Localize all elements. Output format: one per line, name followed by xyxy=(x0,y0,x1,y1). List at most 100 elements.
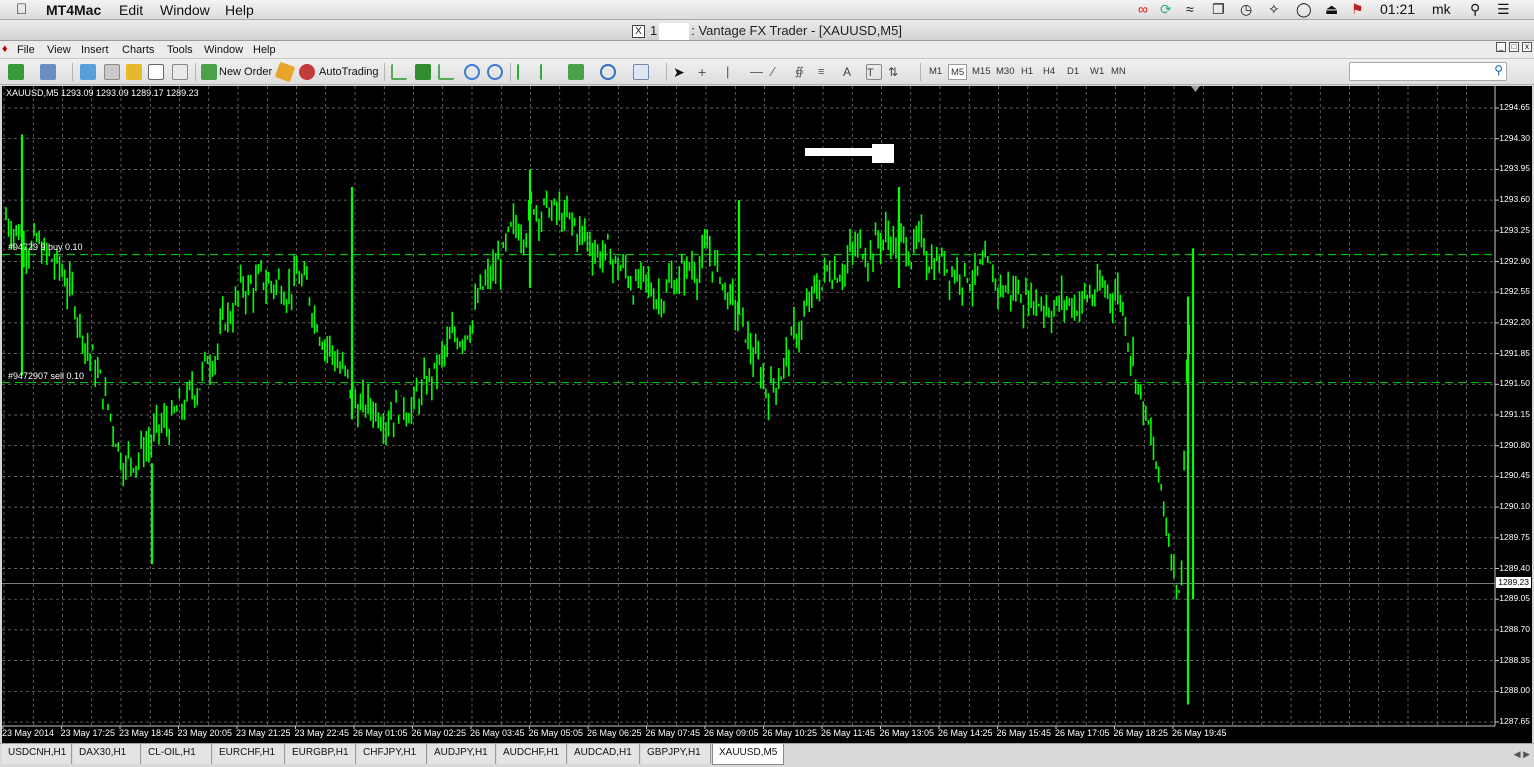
wifi-icon[interactable]: ≈ xyxy=(1186,1,1194,17)
order-label[interactable]: #94729 9 buy 0.10 xyxy=(8,242,83,252)
templates-icon[interactable] xyxy=(633,64,649,80)
time-tick-label: 23 May 22:45 xyxy=(294,728,350,738)
timeframe-h4[interactable]: H4 xyxy=(1041,64,1057,80)
timeframe-m30[interactable]: M30 xyxy=(994,64,1016,80)
autotrading-button[interactable]: AutoTrading xyxy=(319,62,379,82)
close-icon[interactable]: x xyxy=(1522,42,1532,52)
menu-insert[interactable]: Insert xyxy=(81,44,109,56)
chart-shift-icon[interactable] xyxy=(517,64,533,80)
bar-chart-icon[interactable] xyxy=(391,64,407,80)
time-tick-label: 26 May 02:25 xyxy=(411,728,467,738)
restore-icon[interactable]: □ xyxy=(1509,42,1519,52)
zoom-in-icon[interactable] xyxy=(464,64,480,80)
tab-scroll-arrows-icon[interactable]: ◀ ▶ xyxy=(1514,749,1530,760)
horizontal-line-icon[interactable]: — xyxy=(750,64,766,80)
chart-window[interactable]: XAUUSD,M5 1293.09 1293.09 1289.17 1289.2… xyxy=(2,86,1532,743)
mac-menu-edit[interactable]: Edit xyxy=(119,2,143,18)
timeframe-m1[interactable]: M1 xyxy=(927,64,944,80)
timeframe-m15[interactable]: M15 xyxy=(970,64,992,80)
tester-icon[interactable] xyxy=(172,64,188,80)
new-chart-icon[interactable] xyxy=(8,64,24,80)
search-input[interactable]: ⚲ xyxy=(1349,62,1507,81)
new-order-icon[interactable] xyxy=(201,64,217,80)
redacted-block xyxy=(659,23,690,41)
sync-icon[interactable]: ⟳ xyxy=(1160,1,1172,18)
chart-tab[interactable]: AUDCHF,H1 xyxy=(497,744,567,764)
text-label-icon[interactable]: T xyxy=(866,64,882,80)
menu-tools[interactable]: Tools xyxy=(167,44,193,56)
zoom-out-icon[interactable] xyxy=(487,64,503,80)
windows-icon[interactable]: ❐ xyxy=(1212,1,1225,18)
time-tick-label: 26 May 01:05 xyxy=(353,728,408,738)
time-tick-label: 23 May 18:45 xyxy=(119,728,174,738)
new-order-button[interactable]: New Order xyxy=(219,62,272,82)
autoscroll-icon[interactable] xyxy=(540,64,556,80)
price-tick-label: 1287.65 xyxy=(1499,716,1530,726)
market-watch-icon[interactable] xyxy=(80,64,96,80)
fibonacci-icon[interactable]: ≡ xyxy=(818,64,834,80)
chat-icon[interactable]: ◯ xyxy=(1296,1,1312,18)
mac-menu-help[interactable]: Help xyxy=(225,2,254,18)
indicators-icon[interactable] xyxy=(568,64,584,80)
chart-tab[interactable]: CHFJPY,H1 xyxy=(357,744,427,764)
time-tick-label: 26 May 14:25 xyxy=(938,728,993,738)
time-tick-label: 26 May 17:05 xyxy=(1055,728,1110,738)
notification-list-icon[interactable]: ☰ xyxy=(1497,1,1510,18)
timeframe-m5[interactable]: M5 xyxy=(948,64,968,80)
timeframe-w1[interactable]: W1 xyxy=(1088,64,1106,80)
candle-chart-icon[interactable] xyxy=(415,64,431,80)
menu-charts[interactable]: Charts xyxy=(122,44,154,56)
timeframe-h1[interactable]: H1 xyxy=(1019,64,1035,80)
chart-tab[interactable]: EURGBP,H1 xyxy=(286,744,356,764)
menu-view[interactable]: View xyxy=(47,44,71,56)
timeframe-mn[interactable]: MN xyxy=(1109,64,1128,80)
apple-icon[interactable]:  xyxy=(16,1,27,18)
periods-icon[interactable] xyxy=(600,64,616,80)
crosshair-icon[interactable]: + xyxy=(698,64,714,80)
chart-tab[interactable]: CL-OIL,H1 xyxy=(142,744,212,764)
price-chart[interactable] xyxy=(2,86,1532,743)
chart-tab[interactable]: XAUUSD,M5 xyxy=(712,744,784,765)
vertical-line-icon[interactable]: | xyxy=(726,64,742,80)
navigator-icon[interactable] xyxy=(104,64,120,80)
price-tick-label: 1291.50 xyxy=(1499,378,1530,389)
arrows-icon[interactable]: ⇅ xyxy=(888,64,904,80)
channel-icon[interactable]: ∯ xyxy=(795,64,811,80)
cursor-icon[interactable]: ➤ xyxy=(673,64,689,80)
text-icon[interactable]: A xyxy=(843,64,859,80)
autotrading-icon[interactable] xyxy=(299,64,315,80)
user-name[interactable]: mk xyxy=(1432,1,1451,17)
toolbar-separator xyxy=(510,63,511,81)
chart-tab[interactable]: AUDCAD,H1 xyxy=(568,744,640,764)
infinity-icon[interactable]: ∞ xyxy=(1138,1,1148,17)
menu-help[interactable]: Help xyxy=(253,44,276,56)
chart-tab[interactable]: AUDJPY,H1 xyxy=(428,744,496,764)
profiles-icon[interactable] xyxy=(40,64,56,80)
chart-tab[interactable]: GBPJPY,H1 xyxy=(641,744,711,764)
flag-icon[interactable]: ⚑ xyxy=(1351,1,1364,18)
expert-icon[interactable] xyxy=(274,61,296,83)
time-tick-label: 26 May 11:45 xyxy=(821,728,875,738)
chart-tab[interactable]: EURCHF,H1 xyxy=(213,744,285,764)
timeframe-d1[interactable]: D1 xyxy=(1065,64,1081,80)
time-tick-label: 26 May 19:45 xyxy=(1172,728,1227,738)
menu-file[interactable]: File xyxy=(17,44,35,56)
mac-menu-window[interactable]: Window xyxy=(160,2,210,18)
chart-tab[interactable]: DAX30,H1 xyxy=(73,744,141,764)
line-chart-icon[interactable] xyxy=(438,64,454,80)
time-tick-label: 26 May 09:05 xyxy=(704,728,759,738)
order-label[interactable]: #9472907 sell 0.10 xyxy=(8,371,84,381)
chart-tab[interactable]: USDCNH,H1 xyxy=(2,744,72,764)
app-menu-bar: ♦ File View Insert Charts Tools Window H… xyxy=(0,41,1534,59)
terminal-icon[interactable] xyxy=(148,64,164,80)
app-menu-title[interactable]: MT4Mac xyxy=(46,2,101,18)
bluetooth-icon[interactable]: ✧ xyxy=(1268,1,1280,18)
clock-text[interactable]: 01:21 xyxy=(1380,1,1415,17)
menu-window[interactable]: Window xyxy=(204,44,243,56)
spotlight-icon[interactable]: ⚲ xyxy=(1470,1,1480,18)
time-machine-icon[interactable]: ◷ xyxy=(1240,1,1252,18)
eject-icon[interactable]: ⏏ xyxy=(1325,1,1338,18)
minimize-icon[interactable]: _ xyxy=(1496,42,1506,52)
favorites-icon[interactable] xyxy=(126,64,142,80)
trendline-icon[interactable]: ∕ xyxy=(772,64,788,80)
